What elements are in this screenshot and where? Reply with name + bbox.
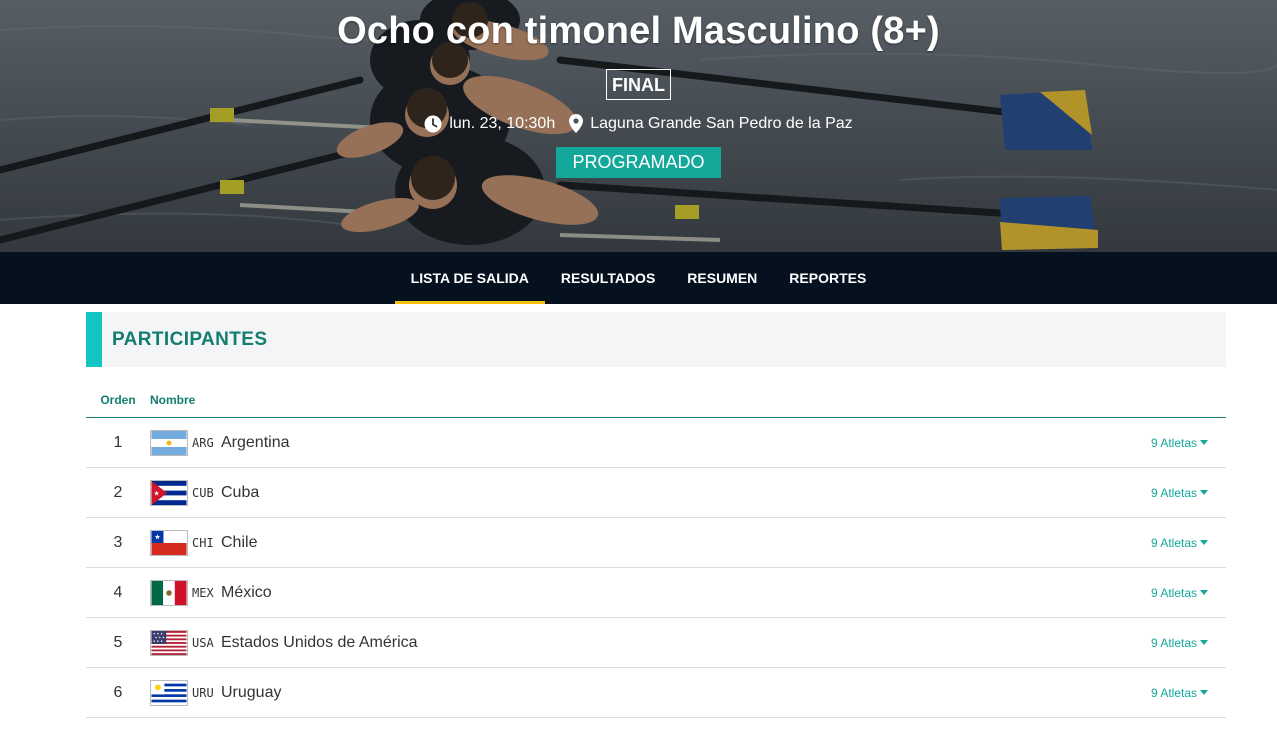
row-country-name: Chile — [221, 533, 258, 551]
row-country-code: USA — [192, 635, 214, 650]
row-country-name: Cuba — [221, 483, 260, 501]
athletes-toggle[interactable]: 9 Atletas — [1151, 486, 1208, 500]
athletes-count: 9 Atletas — [1150, 585, 1197, 600]
athletes-count: 9 Atletas — [1150, 535, 1197, 550]
section-heading: PARTICIPANTES — [86, 312, 1226, 367]
caret-down-icon — [1200, 640, 1208, 645]
mexico-flag-icon — [150, 579, 188, 606]
caret-down-icon — [1200, 540, 1208, 545]
column-name: Nombre — [150, 393, 196, 407]
caret-down-icon — [1200, 690, 1208, 695]
athletes-toggle[interactable]: 9 Atletas — [1151, 586, 1208, 600]
row-order: 2 — [113, 483, 123, 501]
tab-lista-de-salida[interactable]: LISTA DE SALIDA — [394, 252, 545, 304]
table-row: 6 URU Uruguay 9 Atletas — [86, 668, 1226, 718]
athletes-toggle[interactable]: 9 Atletas — [1151, 536, 1208, 550]
row-order: 1 — [113, 433, 123, 451]
event-tabs: LISTA DE SALIDA RESULTADOS RESUMEN REPOR… — [0, 252, 1277, 304]
row-country-name: México — [221, 583, 272, 601]
phase-label: FINAL — [606, 69, 671, 100]
location-pin-icon — [569, 114, 584, 133]
event-venue-text: Laguna Grande San Pedro de la Paz — [590, 114, 853, 132]
row-country-code: MEX — [192, 585, 214, 600]
uruguay-flag-icon — [150, 679, 188, 706]
row-country-code: ARG — [192, 435, 214, 450]
table-header: Orden Nombre — [86, 367, 1226, 418]
tab-resumen[interactable]: RESUMEN — [671, 252, 773, 304]
athletes-count: 9 Atletas — [1150, 435, 1197, 450]
event-meta: lun. 23, 10:30h Laguna Grande San Pedro … — [0, 114, 1277, 133]
row-order: 5 — [113, 633, 123, 651]
section-heading-text: PARTICIPANTES — [112, 328, 268, 350]
table-row: 3 CHI Chile 9 Atletas — [86, 518, 1226, 568]
row-country-code: URU — [192, 685, 214, 700]
athletes-count: 9 Atletas — [1150, 485, 1197, 500]
clock-icon — [424, 115, 442, 132]
event-header: Ocho con timonel Masculino (8+) FINAL lu… — [0, 0, 1277, 178]
athletes-toggle[interactable]: 9 Atletas — [1151, 436, 1208, 450]
row-order: 6 — [113, 683, 123, 701]
athletes-toggle[interactable]: 9 Atletas — [1151, 636, 1208, 650]
table-row: 2 CUB Cuba 9 Atletas — [86, 468, 1226, 518]
row-country-code: CHI — [192, 535, 214, 550]
row-country-name: Argentina — [221, 433, 290, 451]
tab-reportes[interactable]: REPORTES — [773, 252, 882, 304]
participants-section: PARTICIPANTES Orden Nombre 1 ARG Argenti… — [86, 312, 1226, 718]
caret-down-icon — [1200, 490, 1208, 495]
event-hero: Ocho con timonel Masculino (8+) FINAL lu… — [0, 0, 1277, 252]
tab-resultados[interactable]: RESULTADOS — [545, 252, 671, 304]
athletes-count: 9 Atletas — [1150, 685, 1197, 700]
event-title: Ocho con timonel Masculino (8+) — [337, 10, 940, 52]
event-venue: Laguna Grande San Pedro de la Paz — [569, 114, 853, 133]
row-country-name: Uruguay — [221, 683, 282, 701]
event-datetime-text: lun. 23, 10:30h — [449, 114, 556, 132]
athletes-count: 9 Atletas — [1150, 635, 1197, 650]
table-row: 4 MEX México 9 Atletas — [86, 568, 1226, 618]
chile-flag-icon — [150, 529, 188, 556]
table-row: 5 USA Estados Unidos de América 9 Atleta… — [86, 618, 1226, 668]
row-order: 3 — [113, 533, 123, 551]
event-datetime: lun. 23, 10:30h — [424, 115, 555, 133]
caret-down-icon — [1200, 590, 1208, 595]
column-order: Orden — [100, 393, 136, 407]
cuba-flag-icon — [150, 479, 188, 506]
caret-down-icon — [1200, 440, 1208, 445]
row-country-name: Estados Unidos de América — [221, 633, 418, 651]
status-badge: PROGRAMADO — [556, 147, 721, 178]
row-country-code: CUB — [192, 485, 214, 500]
athletes-toggle[interactable]: 9 Atletas — [1151, 686, 1208, 700]
row-order: 4 — [113, 583, 123, 601]
argentina-flag-icon — [150, 429, 188, 456]
table-row: 1 ARG Argentina 9 Atletas — [86, 418, 1226, 468]
usa-flag-icon — [150, 629, 188, 656]
